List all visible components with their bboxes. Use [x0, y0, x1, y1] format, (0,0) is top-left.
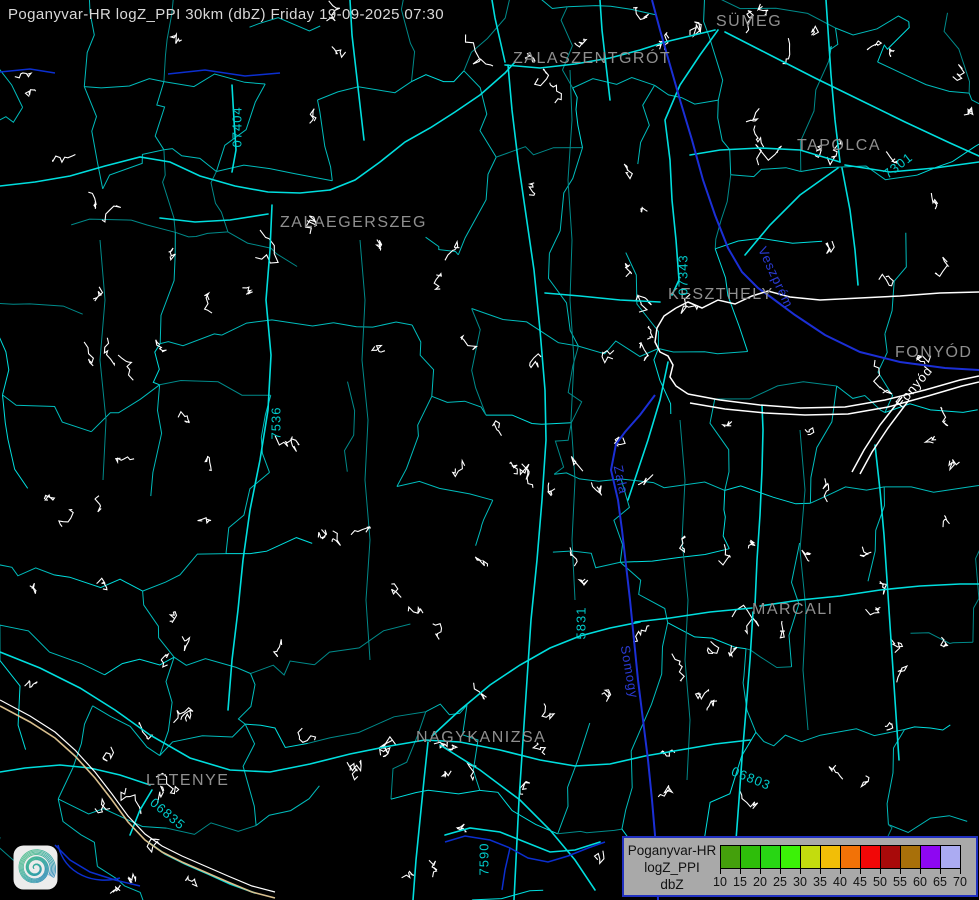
legend-swatch — [860, 845, 881, 869]
legend-product-name: logZ_PPI — [624, 859, 720, 876]
legend-tick-mark — [880, 869, 881, 874]
legend-tick-mark — [760, 869, 761, 874]
legend-unit-label: dbZ — [624, 876, 720, 893]
legend-tick-mark — [900, 869, 901, 874]
legend-tick-label: 70 — [953, 875, 967, 889]
legend-tick-label: 35 — [813, 875, 827, 889]
legend-swatch — [840, 845, 861, 869]
legend-tick-mark — [860, 869, 861, 874]
legend-swatch — [940, 845, 961, 869]
hungaromet-spiral-logo — [13, 845, 58, 890]
legend-tick-mark — [740, 869, 741, 874]
legend-swatch — [740, 845, 761, 869]
radar-image-viewport: Poganyvar-HR logZ_PPI 30km (dbZ) Friday … — [0, 0, 979, 900]
legend-tick-mark — [800, 869, 801, 874]
legend-tick-mark — [960, 869, 961, 874]
legend-color-scale: 10152025303540455055606570 — [720, 845, 976, 895]
legend-radar-name: Poganyvar-HR — [624, 842, 720, 859]
legend-tick-label: 10 — [713, 875, 727, 889]
legend-swatch — [900, 845, 921, 869]
legend-text-block: Poganyvar-HR logZ_PPI dbZ — [624, 842, 720, 893]
legend-tick-label: 40 — [833, 875, 847, 889]
legend-tick-label: 20 — [753, 875, 767, 889]
legend-swatch — [720, 845, 741, 869]
legend-tick-label: 50 — [873, 875, 887, 889]
legend-tick-label: 25 — [773, 875, 787, 889]
legend-swatch — [820, 845, 841, 869]
legend-tick-mark — [840, 869, 841, 874]
legend-swatch — [880, 845, 901, 869]
page-title: Poganyvar-HR logZ_PPI 30km (dbZ) Friday … — [8, 6, 444, 23]
legend-swatch — [780, 845, 801, 869]
legend-tick-mark — [780, 869, 781, 874]
legend-color-swatches — [720, 845, 961, 869]
radar-basemap — [0, 0, 979, 900]
legend-tick-mark — [940, 869, 941, 874]
legend-tick-mark — [920, 869, 921, 874]
legend-tick-label: 55 — [893, 875, 907, 889]
legend-tick-label: 65 — [933, 875, 947, 889]
legend-tick-label: 15 — [733, 875, 747, 889]
color-scale-legend: Poganyvar-HR logZ_PPI dbZ 10 15 20 25 30 35 40… — [622, 836, 978, 897]
legend-tick-label: 60 — [913, 875, 927, 889]
legend-tick-label: 45 — [853, 875, 867, 889]
legend-swatch — [920, 845, 941, 869]
legend-swatch — [760, 845, 781, 869]
legend-swatch — [800, 845, 821, 869]
legend-tick-label: 30 — [793, 875, 807, 889]
legend-tick-mark — [720, 869, 721, 874]
legend-tick-mark — [820, 869, 821, 874]
